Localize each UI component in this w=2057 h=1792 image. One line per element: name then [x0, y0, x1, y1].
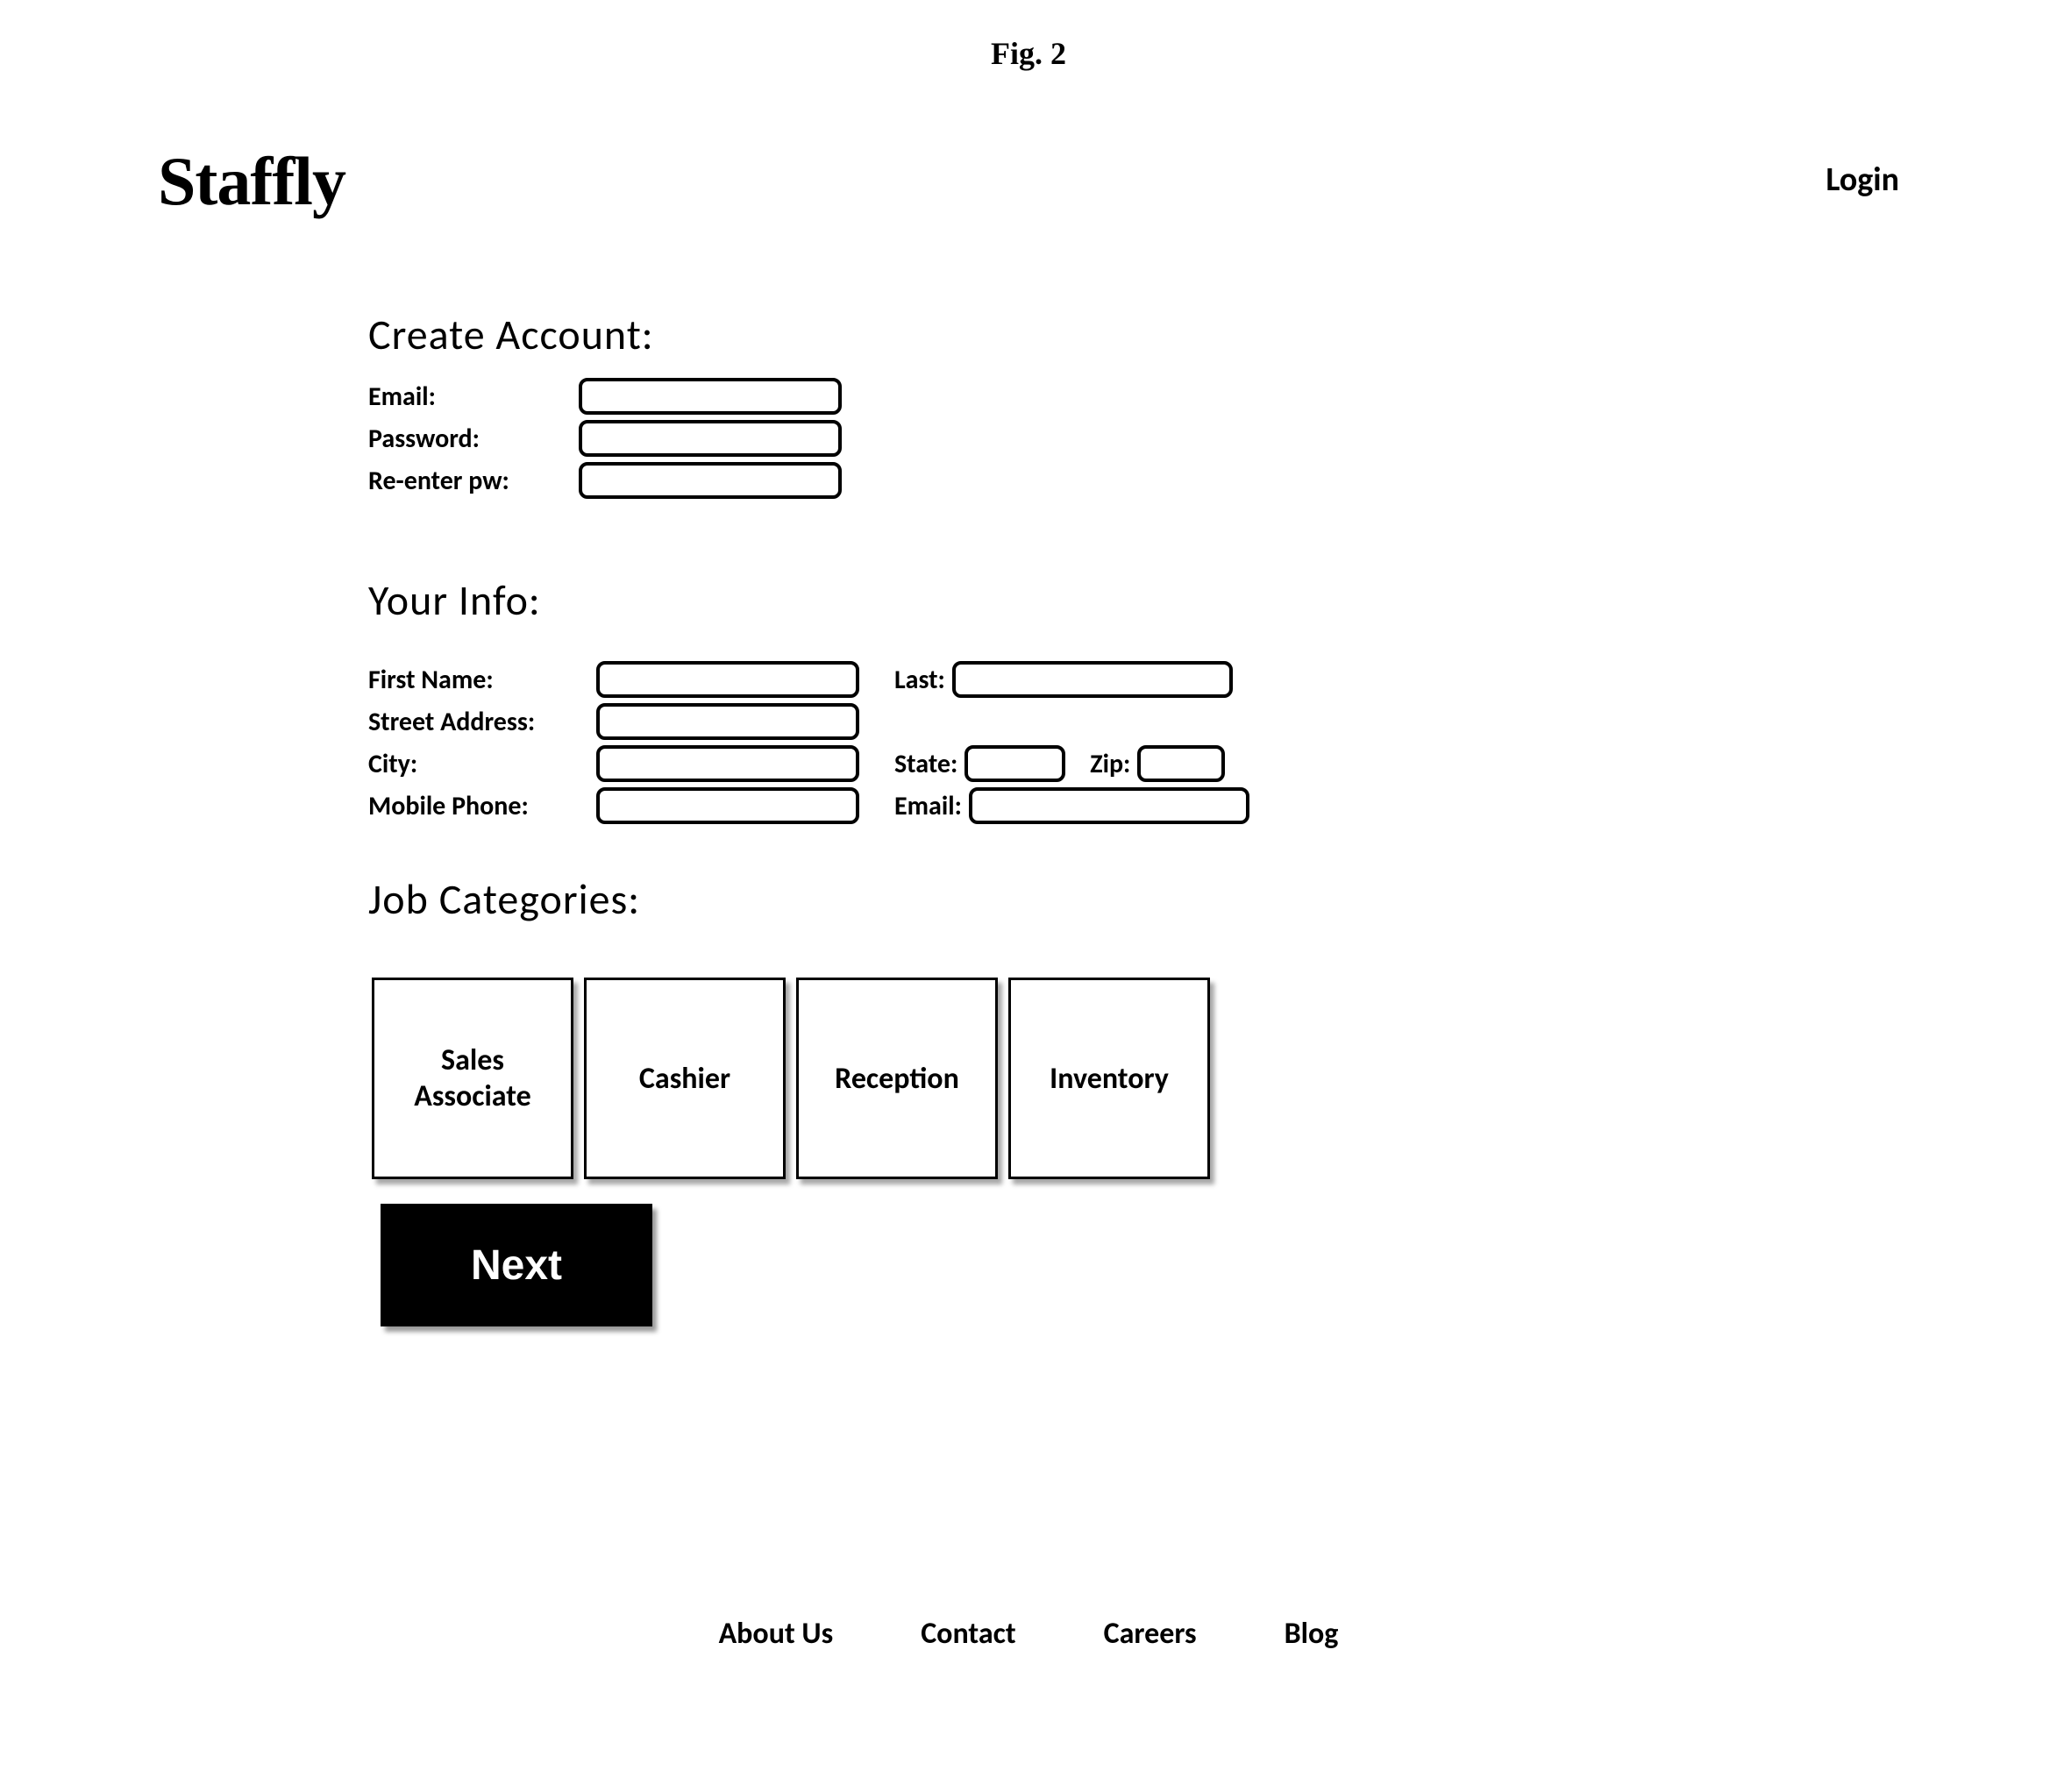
row-reenter-pw: Re-enter pw: — [368, 462, 2057, 499]
header: Staffly Login — [0, 142, 2057, 221]
info-email-input[interactable] — [969, 787, 1249, 824]
next-button[interactable]: Next — [381, 1204, 652, 1326]
row-city: City: State: Zip: — [368, 745, 2057, 782]
row-first-name: First Name: Last: — [368, 661, 2057, 698]
footer-careers[interactable]: Careers — [1104, 1616, 1197, 1652]
footer-contact[interactable]: Contact — [921, 1616, 1015, 1652]
row-mobile-phone: Mobile Phone: Email: — [368, 787, 2057, 824]
first-name-label: First Name: — [368, 664, 596, 696]
email-input[interactable] — [579, 378, 842, 415]
footer-blog[interactable]: Blog — [1285, 1616, 1339, 1652]
job-tile-inventory[interactable]: Inventory — [1008, 978, 1210, 1179]
brand-logo: Staffly — [158, 142, 345, 221]
login-link[interactable]: Login — [1826, 142, 1899, 200]
street-address-label: Street Address: — [368, 706, 596, 738]
mobile-phone-input[interactable] — [596, 787, 859, 824]
job-tiles-row: Sales Associate Cashier Reception Invent… — [372, 978, 2057, 1179]
row-password: Password: — [368, 420, 2057, 457]
mobile-phone-label: Mobile Phone: — [368, 790, 596, 822]
footer-nav: About Us Contact Careers Blog — [0, 1616, 2057, 1652]
state-input[interactable] — [964, 745, 1065, 782]
main-content: Create Account: Email: Password: Re-ente… — [0, 221, 2057, 1326]
city-label: City: — [368, 748, 596, 780]
zip-label: Zip: — [1090, 748, 1130, 780]
row-email: Email: — [368, 378, 2057, 415]
job-categories-title: Job Categories: — [368, 873, 2057, 925]
zip-input[interactable] — [1137, 745, 1225, 782]
info-email-label: Email: — [894, 790, 962, 822]
email-label: Email: — [368, 380, 579, 413]
job-tile-sales-associate[interactable]: Sales Associate — [372, 978, 573, 1179]
job-tile-cashier[interactable]: Cashier — [584, 978, 786, 1179]
password-input[interactable] — [579, 420, 842, 457]
create-account-title: Create Account: — [368, 309, 2057, 360]
your-info-title: Your Info: — [368, 574, 2057, 626]
password-label: Password: — [368, 423, 579, 455]
job-tile-reception[interactable]: Reception — [796, 978, 998, 1179]
reenter-pw-input[interactable] — [579, 462, 842, 499]
row-street-address: Street Address: — [368, 703, 2057, 740]
street-address-input[interactable] — [596, 703, 859, 740]
reenter-pw-label: Re-enter pw: — [368, 465, 579, 497]
footer-about-us[interactable]: About Us — [719, 1616, 834, 1652]
last-name-input[interactable] — [952, 661, 1233, 698]
last-name-label: Last: — [894, 664, 945, 696]
city-input[interactable] — [596, 745, 859, 782]
first-name-input[interactable] — [596, 661, 859, 698]
figure-label: Fig. 2 — [0, 0, 2057, 142]
state-label: State: — [894, 748, 957, 780]
